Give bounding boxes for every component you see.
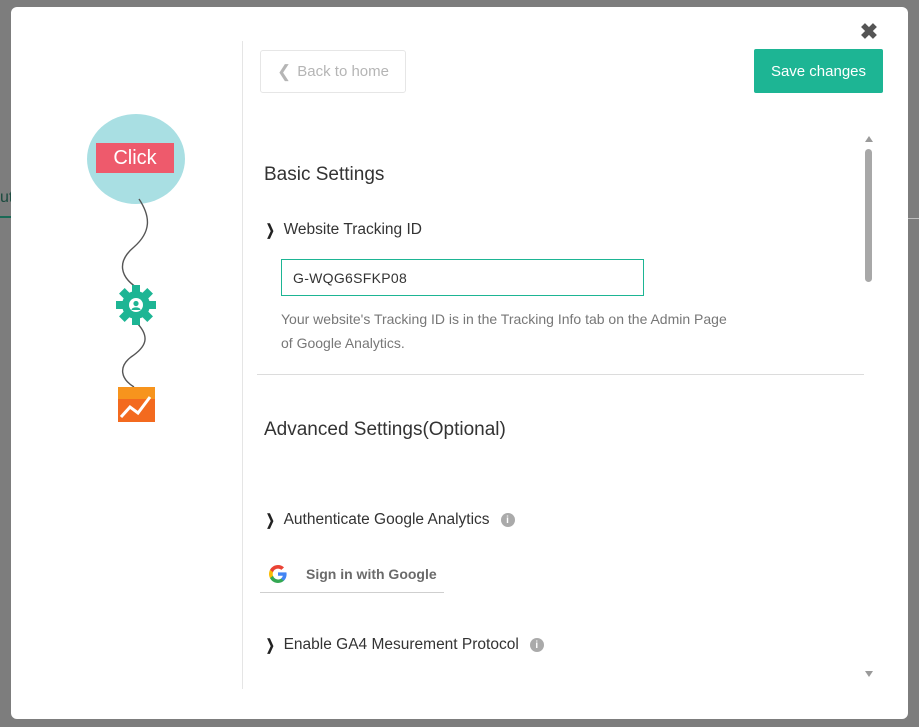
ga4-protocol-toggle[interactable]: ❯ Enable GA4 Mesurement Protocol i [264,636,544,654]
tracking-id-label: Website Tracking ID [283,221,422,238]
info-icon[interactable]: i [500,513,515,527]
tracking-id-help: Your website's Tracking ID is in the Tra… [281,311,727,351]
tracking-id-input[interactable] [281,259,644,296]
sign-in-with-google-label: Sign in with Google [306,565,437,582]
advanced-settings-title: Advanced Settings(Optional) [264,419,506,440]
scroll-down-arrow-icon[interactable] [865,671,873,677]
info-icon[interactable]: i [529,638,544,652]
settings-modal: ✖ Click ❮ Back to home Save changes Basi… [11,7,908,719]
tracking-id-toggle[interactable]: ❯ Website Tracking ID [264,221,422,239]
scroll-up-arrow-icon[interactable] [865,136,873,142]
flow-panel: Click [11,7,243,719]
section-divider [257,374,864,375]
flow-diagram [116,198,156,422]
gear-icon [116,285,156,325]
sign-in-with-google-button[interactable]: Sign in with Google [260,555,444,593]
flow-connector-top [121,198,149,288]
scrollbar[interactable] [862,132,876,682]
flow-connector-bottom [122,321,146,388]
authenticate-ga-toggle[interactable]: ❯ Authenticate Google Analytics i [264,511,515,529]
scroll-thumb[interactable] [865,149,872,282]
chevron-right-icon: ❯ [265,512,275,529]
analytics-icon [118,387,155,422]
basic-settings-title: Basic Settings [264,164,385,185]
authenticate-ga-label: Authenticate Google Analytics [283,511,490,528]
click-label: Click [96,143,174,173]
chevron-right-icon: ❯ [265,637,275,654]
settings-content: Basic Settings ❯ Website Tracking ID You… [257,7,864,719]
chevron-right-icon: ❯ [265,222,275,239]
ga4-protocol-label: Enable GA4 Mesurement Protocol [283,636,519,653]
panel-divider [242,41,243,689]
google-icon [269,564,287,583]
